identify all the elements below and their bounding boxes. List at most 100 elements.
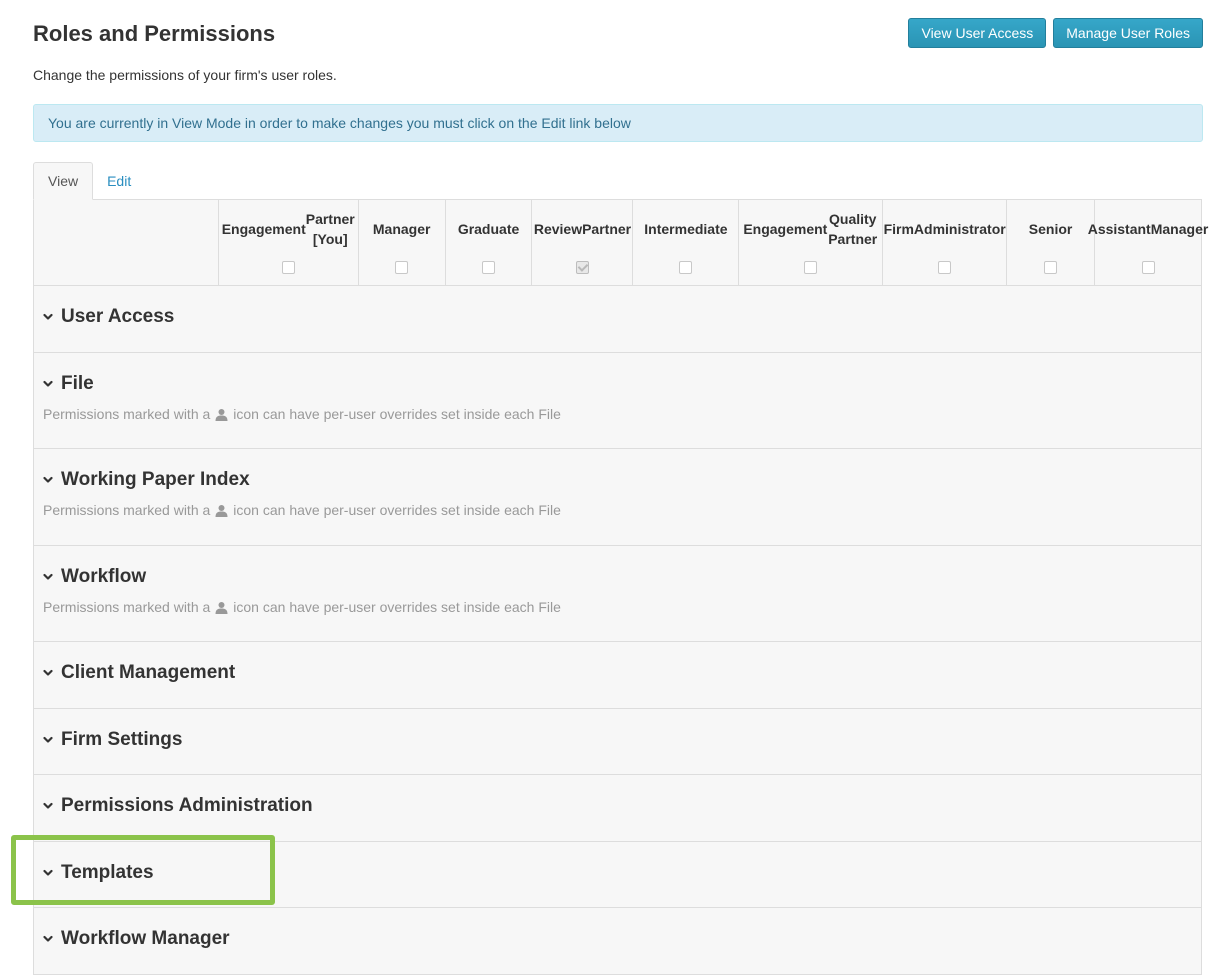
section-header[interactable]: Workflow	[43, 554, 1201, 599]
page-header: Roles and Permissions View User Access M…	[33, 0, 1203, 60]
role-select-checkbox[interactable]	[482, 261, 496, 274]
section-title[interactable]: Templates	[61, 862, 154, 884]
section-header[interactable]: File	[43, 361, 1201, 406]
role-name-line1: Manager	[372, 221, 431, 237]
permission-section[interactable]: Workflow Manager	[34, 916, 1201, 975]
person-icon	[215, 408, 228, 421]
role-name-line1: Intermediate	[644, 221, 728, 237]
section-header[interactable]: Client Management	[43, 650, 1201, 695]
role-name-line2: Partner	[582, 221, 632, 237]
chevron-down-icon[interactable]	[43, 934, 53, 944]
section-header[interactable]: Firm Settings	[43, 717, 1201, 762]
permission-sections: User Access File Permissions marked with a…	[34, 294, 1201, 975]
section-title[interactable]: File	[61, 373, 94, 395]
view-user-access-button[interactable]: View User Access	[908, 18, 1047, 48]
section-note: Permissions marked with a icon can have p…	[43, 599, 1201, 615]
permission-section[interactable]: Client Management	[34, 650, 1201, 709]
chevron-down-icon[interactable]	[43, 572, 53, 582]
section-header[interactable]: Workflow Manager	[43, 916, 1201, 961]
header-buttons: View User Access Manage User Roles	[908, 18, 1203, 48]
section-title[interactable]: Client Management	[61, 662, 235, 684]
chevron-down-icon[interactable]	[43, 312, 53, 322]
section-note: Permissions marked with a icon can have p…	[43, 502, 1201, 518]
role-column: Intermediate	[633, 200, 740, 285]
section-title[interactable]: Permissions Administration	[61, 795, 313, 817]
role-name-line1: Review	[533, 221, 583, 237]
view-mode-alert: You are currently in View Mode in order …	[33, 104, 1203, 142]
role-select-checkbox[interactable]	[395, 261, 409, 274]
permission-section[interactable]: Firm Settings	[34, 717, 1201, 775]
role-column: Assistant Manager	[1088, 200, 1208, 285]
role-name: Engagement Quality Partner	[739, 200, 882, 258]
role-column: Graduate	[446, 200, 533, 285]
role-select-checkbox[interactable]	[1044, 261, 1058, 274]
role-select-checkbox[interactable]	[575, 261, 589, 274]
role-select-checkbox[interactable]	[1141, 261, 1155, 274]
role-column: Manager	[359, 200, 446, 285]
page-subtitle: Change the permissions of your firm's us…	[33, 67, 337, 83]
section-title[interactable]: Workflow Manager	[61, 928, 230, 950]
note-text-after: icon can have per-user overrides set ins…	[233, 599, 561, 615]
role-name-line1: Firm	[883, 221, 914, 237]
section-title[interactable]: Firm Settings	[61, 729, 182, 751]
chevron-down-icon[interactable]	[43, 668, 53, 678]
permission-section[interactable]: Working Paper Index Permissions marked wi…	[34, 457, 1201, 546]
permission-section[interactable]: File Permissions marked with a icon can ha…	[34, 361, 1201, 449]
role-select-checkbox[interactable]	[804, 261, 818, 274]
chevron-down-icon[interactable]	[43, 801, 53, 811]
permission-section[interactable]: User Access	[34, 294, 1201, 353]
role-column: Review Partner	[530, 200, 635, 285]
note-text-after: icon can have per-user overrides set ins…	[233, 406, 561, 422]
role-header-row: Engagement Partner [You] Manager Graduate Re…	[34, 199, 1208, 286]
role-name-line1: Senior	[1028, 221, 1073, 237]
page-title: Roles and Permissions	[33, 21, 276, 46]
permission-section[interactable]: Permissions Administration	[34, 783, 1201, 842]
chevron-down-icon[interactable]	[43, 475, 53, 485]
role-name: Manager	[369, 200, 435, 258]
role-select-checkbox[interactable]	[938, 261, 952, 274]
note-text-before: Permissions marked with a	[43, 502, 211, 518]
role-name: Senior	[1025, 200, 1077, 258]
role-name-line2: Manager	[1150, 221, 1209, 237]
section-title[interactable]: Working Paper Index	[61, 469, 250, 491]
permission-section[interactable]: Templates	[34, 850, 1201, 908]
note-text-after: icon can have per-user overrides set ins…	[233, 502, 561, 518]
permission-section[interactable]: Workflow Permissions marked with a icon ca…	[34, 554, 1201, 642]
section-header[interactable]: Working Paper Index	[43, 457, 1201, 502]
role-column: Engagement Quality Partner	[739, 200, 884, 285]
chevron-down-icon[interactable]	[43, 379, 53, 389]
section-note: Permissions marked with a icon can have p…	[43, 406, 1201, 422]
tab-view[interactable]: View	[33, 162, 94, 200]
role-name: Assistant Manager	[1084, 200, 1213, 258]
role-name: Review Partner	[530, 200, 635, 258]
alert-text: You are currently in View Mode in order …	[48, 115, 631, 131]
section-header[interactable]: Permissions Administration	[43, 783, 1201, 828]
role-select-checkbox[interactable]	[679, 261, 693, 274]
role-column: Senior	[1007, 200, 1095, 285]
mode-tabs: View Edit	[33, 162, 145, 200]
chevron-down-icon[interactable]	[43, 735, 53, 745]
note-text-before: Permissions marked with a	[43, 406, 211, 422]
role-name-line2: Partner [You]	[305, 211, 355, 247]
role-column: Firm Administrator	[880, 200, 1010, 285]
section-header[interactable]: Templates	[43, 850, 1201, 895]
person-icon	[215, 601, 228, 614]
role-name-line1: Graduate	[457, 221, 520, 237]
role-name-line1: Engagement	[221, 221, 306, 237]
section-header[interactable]: User Access	[43, 294, 1201, 339]
role-name: Engagement Partner [You]	[218, 200, 359, 258]
role-column: Engagement Partner [You]	[219, 200, 359, 285]
role-name-line2: Administrator	[913, 221, 1006, 237]
page: Roles and Permissions View User Access M…	[33, 0, 1208, 975]
permissions-table: Engagement Partner [You] Manager Graduate Re…	[33, 199, 1208, 975]
section-title[interactable]: User Access	[61, 306, 174, 328]
chevron-down-icon[interactable]	[43, 868, 53, 878]
role-name: Firm Administrator	[880, 200, 1010, 258]
tab-edit[interactable]: Edit	[93, 162, 145, 200]
role-select-checkbox[interactable]	[281, 261, 295, 274]
section-title[interactable]: Workflow	[61, 566, 146, 588]
manage-user-roles-button[interactable]: Manage User Roles	[1053, 18, 1203, 48]
role-name-line1: Assistant	[1087, 221, 1151, 237]
role-name-line2: Quality Partner	[828, 211, 878, 247]
role-name: Graduate	[454, 200, 523, 258]
